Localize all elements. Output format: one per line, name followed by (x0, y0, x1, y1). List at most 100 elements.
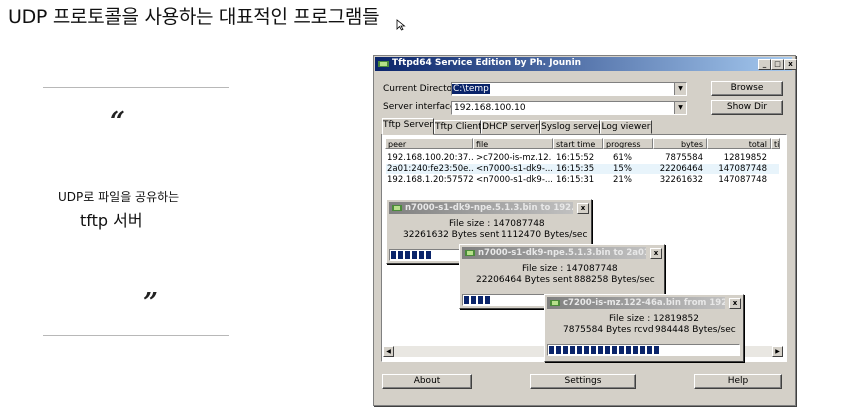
progress-block (471, 296, 476, 304)
tab-syslog-server[interactable]: Syslog server (540, 120, 602, 134)
show-dir-button[interactable]: Show Dir (711, 100, 783, 115)
row-2-bytes[interactable]: 22206464 (653, 164, 703, 174)
progress-block (633, 346, 638, 354)
progress-block (619, 346, 624, 354)
file-size-text: File size : 147087748 (522, 264, 618, 274)
row-3-file[interactable]: <n7000-s1-dk9-... (476, 175, 552, 185)
transfer-icon (465, 250, 475, 256)
close-icon[interactable]: x (577, 203, 589, 214)
row-3-progress[interactable]: 21% (613, 175, 651, 185)
row-1-progress[interactable]: 61% (613, 153, 651, 163)
row-2-peer[interactable]: 2a01:240:fe23:50e... (387, 164, 473, 174)
tab-dhcp-server[interactable]: DHCP server (481, 120, 540, 134)
column-header-start-time[interactable]: start time (553, 138, 603, 149)
row-3-total[interactable]: 147087748 (707, 175, 767, 185)
window-title: Tftpd64 Service Edition by Ph. Jounin (392, 58, 582, 68)
divider-bottom (43, 335, 229, 336)
bytes-transferred-text: 22206464 Bytes sent (476, 275, 573, 285)
progress-block (405, 251, 410, 259)
tab-tftp-server[interactable]: Tftp Server (382, 118, 434, 135)
transfer-dialog-title: n7000-s1-dk9-npe.5.1.3.bin to 192.1... (405, 203, 573, 213)
row-1-total[interactable]: 12819852 (707, 153, 767, 163)
caption-line-2: tftp 서버 (80, 211, 143, 230)
row-1-start-time[interactable]: 16:15:52 (556, 153, 602, 163)
column-header-peer[interactable]: peer (385, 138, 473, 149)
settings-button[interactable]: Settings (530, 374, 636, 389)
row-3-start-time[interactable]: 16:15:31 (556, 175, 602, 185)
transfer-dialog-title: n7000-s1-dk9-npe.5.1.3.bin to 2a01:... (478, 248, 646, 258)
progress-block (478, 296, 483, 304)
row-1-file[interactable]: >c7200-is-mz.12... (476, 153, 552, 163)
window-titlebar[interactable]: Tftpd64 Service Edition by Ph. Jounin _ … (375, 57, 797, 71)
caption-line-1: UDP로 파일을 공유하는 (58, 190, 180, 204)
tab-tftp-client[interactable]: Tftp Client (434, 120, 482, 134)
progress-block (626, 346, 631, 354)
server-interface-value: 192.168.100.10 (454, 103, 526, 113)
column-header-total[interactable]: total (707, 138, 771, 149)
transfer-progress-bar (547, 344, 740, 356)
transfer-rate-text: 984448 Bytes/sec (655, 325, 736, 335)
close-quote-mark: ” (143, 288, 158, 318)
row-2-progress[interactable]: 15% (613, 164, 651, 174)
file-size-text: File size : 147087748 (449, 219, 545, 229)
close-button[interactable]: x (784, 59, 797, 70)
progress-block (549, 346, 554, 354)
column-header-file[interactable]: file (473, 138, 553, 149)
progress-block (391, 251, 396, 259)
row-3-peer[interactable]: 192.168.1.20:57572 (387, 175, 473, 185)
current-directory-value: C:\temp (452, 84, 490, 94)
progress-block (612, 346, 617, 354)
column-header-time[interactable]: ti (771, 138, 780, 149)
progress-block (485, 296, 490, 304)
transfer-icon (550, 300, 560, 306)
progress-block (412, 251, 417, 259)
open-quote-mark: “ (110, 107, 125, 137)
help-button[interactable]: Help (694, 374, 782, 389)
row-1-bytes[interactable]: 7875584 (653, 153, 703, 163)
progress-block (556, 346, 561, 354)
server-interface-select[interactable]: 192.168.100.10 ▼ (451, 101, 687, 115)
dropdown-arrow-icon[interactable]: ▼ (674, 83, 686, 95)
scroll-left-icon[interactable]: ◀ (383, 346, 394, 357)
current-directory-select[interactable]: C:\temp ▼ (451, 82, 687, 96)
row-1-peer[interactable]: 192.168.100.20:37... (387, 153, 473, 163)
transfer-dialog-titlebar[interactable]: n7000-s1-dk9-npe.5.1.3.bin to 2a01:... (462, 247, 646, 259)
transfer-dialog-title: c7200-is-mz.122-46a.bin from 192.1... (563, 298, 725, 308)
minimize-button[interactable]: _ (758, 59, 771, 70)
divider-top (43, 87, 229, 88)
tab-log-viewer[interactable]: Log viewer (600, 120, 652, 134)
transfer-dialog-titlebar[interactable]: c7200-is-mz.122-46a.bin from 192.1... (547, 297, 725, 309)
progress-block (598, 346, 603, 354)
column-header-bytes[interactable]: bytes (653, 138, 707, 149)
transfer-dialog-titlebar[interactable]: n7000-s1-dk9-npe.5.1.3.bin to 192.1... (389, 202, 573, 214)
row-3-bytes[interactable]: 32261632 (653, 175, 703, 185)
progress-block (654, 346, 659, 354)
tftpd-app-icon (378, 61, 389, 67)
row-2-file[interactable]: <n7000-s1-dk9-... (476, 164, 552, 174)
progress-block (419, 251, 424, 259)
column-header-progress[interactable]: progress (603, 138, 653, 149)
transfer-rate-text: 888258 Bytes/sec (574, 275, 655, 285)
browse-button[interactable]: Browse (711, 81, 783, 96)
progress-block (570, 346, 575, 354)
progress-block (426, 251, 431, 259)
close-icon[interactable]: x (650, 248, 662, 259)
bytes-transferred-text: 7875584 Bytes rcvd (563, 325, 654, 335)
progress-block (584, 346, 589, 354)
progress-block (464, 296, 469, 304)
close-icon[interactable]: x (729, 298, 741, 309)
progress-block (398, 251, 403, 259)
progress-block (591, 346, 596, 354)
about-button[interactable]: About (382, 374, 472, 389)
mouse-cursor-icon (396, 19, 406, 31)
progress-block (647, 346, 652, 354)
slide-title: UDP 프로토콜을 사용하는 대표적인 프로그램들 (8, 6, 380, 28)
transfer-dialog[interactable]: c7200-is-mz.122-46a.bin from 192.1... x … (544, 294, 744, 362)
scroll-right-icon[interactable]: ▶ (772, 346, 783, 357)
progress-block (577, 346, 582, 354)
row-2-total[interactable]: 147087748 (707, 164, 767, 174)
maximize-button[interactable]: □ (771, 59, 784, 70)
dropdown-arrow-icon[interactable]: ▼ (674, 102, 686, 114)
row-2-start-time[interactable]: 16:15:35 (556, 164, 602, 174)
file-size-text: File size : 12819852 (609, 314, 699, 324)
